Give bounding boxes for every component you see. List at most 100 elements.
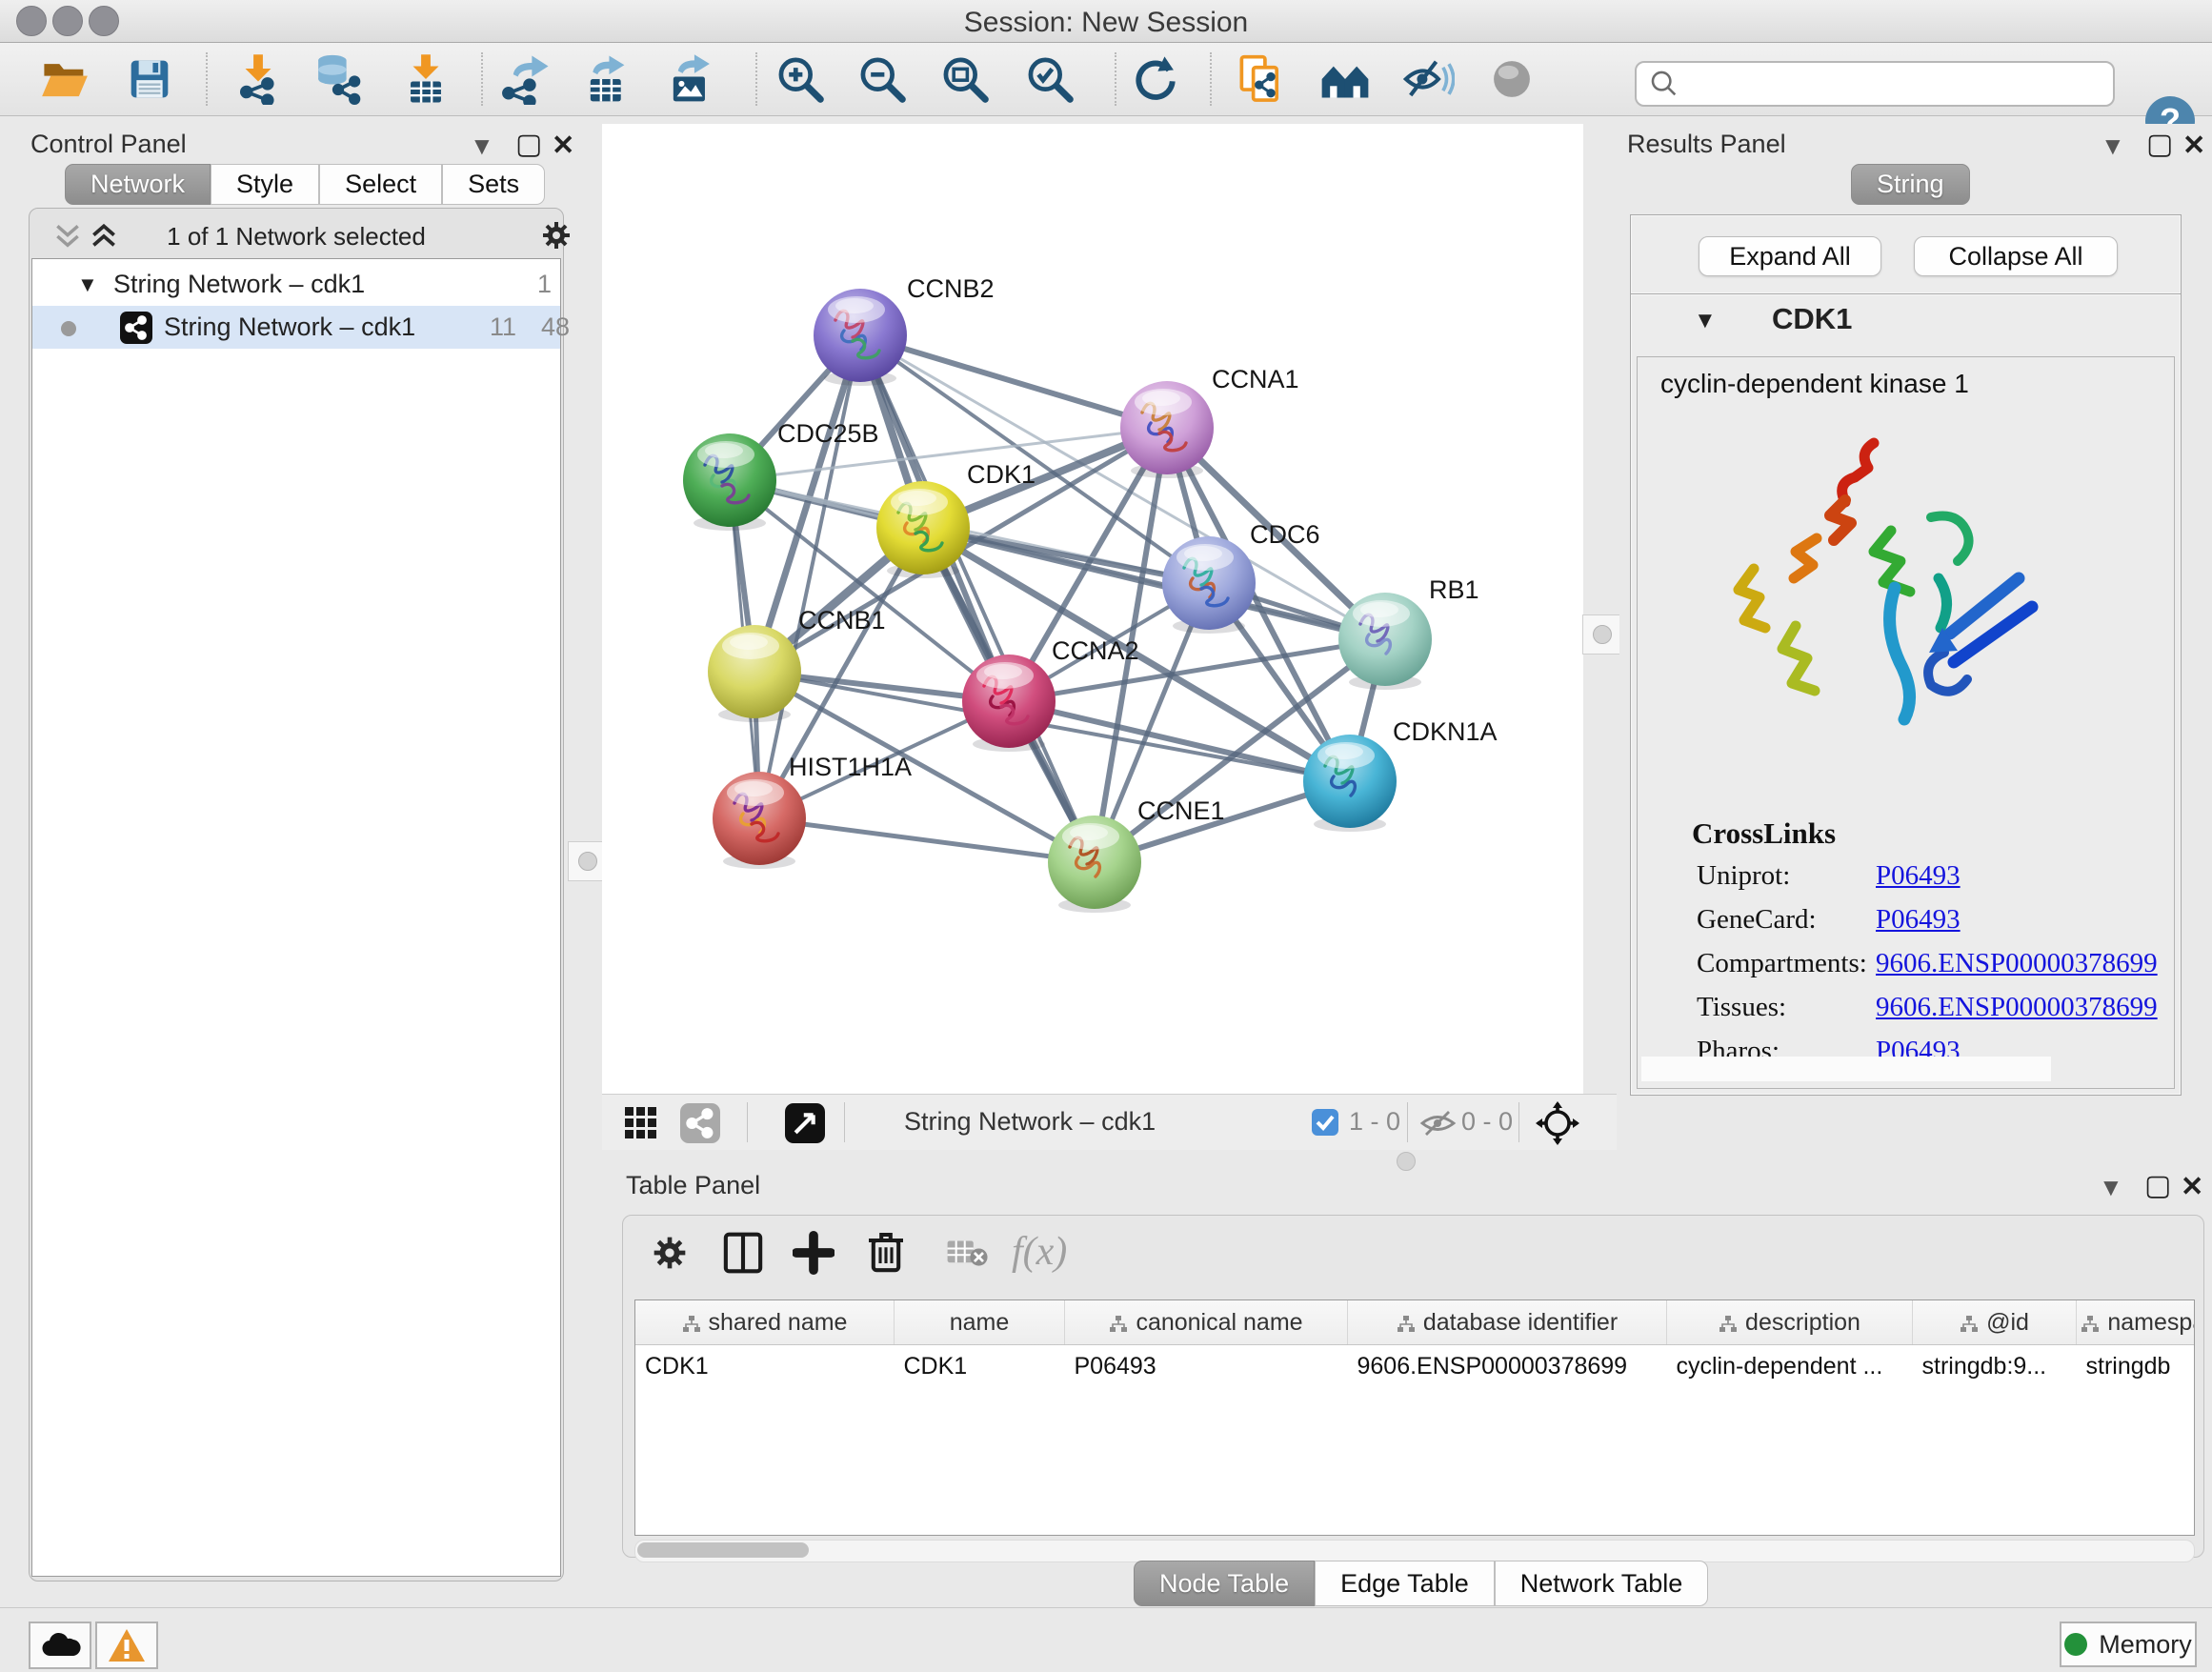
table-panel-float-icon[interactable]: ▢ xyxy=(2144,1169,2171,1202)
column-header-name[interactable]: name xyxy=(895,1300,1065,1345)
table-cell[interactable]: cyclin-dependent ... xyxy=(1667,1345,1913,1388)
network-node-HIST1H1A[interactable]: HIST1H1A xyxy=(713,753,912,869)
import-table-button[interactable] xyxy=(395,50,456,108)
crosslink-link[interactable]: 9606.ENSP00000378699 xyxy=(1876,992,2158,1023)
columns-icon[interactable] xyxy=(722,1231,764,1275)
zoom-selected-button[interactable] xyxy=(1019,50,1080,108)
results-panel-close-icon[interactable]: ✕ xyxy=(2182,129,2205,162)
copy-network-icon xyxy=(1235,53,1286,105)
table-cell[interactable]: stringdb xyxy=(2077,1345,2196,1388)
export-network-button[interactable] xyxy=(494,50,555,108)
right-splitter-handle[interactable] xyxy=(1582,614,1622,655)
control-panel-collapse-icon[interactable]: ▼ xyxy=(470,131,494,161)
node-gloss xyxy=(730,635,768,650)
table-cell[interactable]: CDK1 xyxy=(895,1345,1065,1388)
table-row[interactable]: CDK1CDK1P064939606.ENSP00000378699cyclin… xyxy=(635,1345,2195,1388)
node-gloss xyxy=(705,443,743,458)
window-title: Session: New Session xyxy=(0,7,2212,39)
results-panel-float-icon[interactable]: ▢ xyxy=(2146,128,2173,161)
control-panel-float-icon[interactable]: ▢ xyxy=(515,128,542,161)
table-panel-close-icon[interactable]: ✕ xyxy=(2181,1170,2203,1203)
delete-trash-icon[interactable] xyxy=(865,1229,907,1275)
network-node-CCNB1[interactable]: CCNB1 xyxy=(708,606,886,722)
network-edge[interactable] xyxy=(759,818,1095,862)
apply-style-button[interactable] xyxy=(1125,50,1186,108)
import-network-button[interactable] xyxy=(228,50,289,108)
first-neighbors-button[interactable] xyxy=(1315,50,1376,108)
table-container: f(x) shared namenamecanonical namedataba… xyxy=(622,1215,2204,1558)
hidden-eye-slash-icon xyxy=(1419,1108,1458,1138)
control-panel-close-icon[interactable]: ✕ xyxy=(552,129,574,162)
network-edges xyxy=(730,335,1385,862)
status-bar: Memory xyxy=(0,1607,2212,1672)
column-header--id[interactable]: @id xyxy=(1913,1300,2077,1345)
zoom-fit-button[interactable] xyxy=(935,50,995,108)
save-session-button[interactable] xyxy=(119,50,180,108)
tab-select[interactable]: Select xyxy=(319,164,442,205)
open-in-window-icon[interactable] xyxy=(785,1103,825,1143)
clone-network-button[interactable] xyxy=(1230,50,1291,108)
grid-mode-icon[interactable] xyxy=(623,1105,659,1141)
memory-button[interactable]: Memory xyxy=(2060,1622,2197,1667)
add-column-icon[interactable] xyxy=(793,1231,835,1275)
import-network-icon xyxy=(232,53,284,105)
tab-node-table[interactable]: Node Table xyxy=(1134,1561,1315,1606)
tab-sets[interactable]: Sets xyxy=(442,164,545,205)
column-header-shared-name[interactable]: shared name xyxy=(635,1300,895,1345)
column-header-canonical-name[interactable]: canonical name xyxy=(1065,1300,1348,1345)
column-header-namespace[interactable]: namespace xyxy=(2077,1300,2196,1345)
column-header-label: database identifier xyxy=(1423,1309,1618,1336)
node-gloss xyxy=(1142,391,1180,406)
tab-style[interactable]: Style xyxy=(211,164,319,205)
collapse-all-button[interactable]: Collapse All xyxy=(1914,236,2118,276)
tab-edge-table[interactable]: Edge Table xyxy=(1315,1561,1495,1606)
fit-selected-crosshair-icon[interactable] xyxy=(1536,1101,1579,1145)
gene-disclosure-icon[interactable]: ▼ xyxy=(1694,308,1717,334)
table-gear-icon[interactable] xyxy=(650,1233,690,1273)
table-cell[interactable]: P06493 xyxy=(1065,1345,1348,1388)
zoom-out-button[interactable] xyxy=(852,50,913,108)
zoom-in-button[interactable] xyxy=(770,50,831,108)
table-cell[interactable]: 9606.ENSP00000378699 xyxy=(1348,1345,1667,1388)
birdseye-view-icon[interactable] xyxy=(680,1103,720,1143)
crosslink-link[interactable]: 9606.ENSP00000378699 xyxy=(1876,948,2158,979)
export-table-icon xyxy=(581,53,633,105)
table-hscrollbar[interactable] xyxy=(634,1540,2195,1562)
selected-checkbox[interactable] xyxy=(1312,1109,1338,1136)
tab-network-table[interactable]: Network Table xyxy=(1495,1561,1709,1606)
hide-selected-button[interactable] xyxy=(1398,50,1458,108)
tab-network[interactable]: Network xyxy=(65,164,211,205)
network-node-CCNA1[interactable]: CCNA1 xyxy=(1120,365,1299,478)
table-cell[interactable]: stringdb:9... xyxy=(1913,1345,2077,1388)
network-node-CDKN1A[interactable]: CDKN1A xyxy=(1303,717,1498,832)
gear-icon[interactable] xyxy=(539,218,573,252)
export-table-button[interactable] xyxy=(576,50,637,108)
export-image-button[interactable] xyxy=(659,50,720,108)
crosslink-link[interactable]: P06493 xyxy=(1876,860,1961,892)
search-input[interactable] xyxy=(1688,66,2113,102)
network-canvas[interactable]: CCNB2CCNA1CDC25BCDK1CDC6RB1CCNB1CCNA2CDK… xyxy=(602,124,1583,1094)
import-network-from-database-button[interactable] xyxy=(308,50,369,108)
network-edge[interactable] xyxy=(860,335,1167,428)
results-panel-collapse-icon[interactable]: ▼ xyxy=(2101,131,2125,161)
network-tree-root-row[interactable]: ▼ String Network – cdk1 1 xyxy=(32,263,560,306)
show-all-button[interactable] xyxy=(1481,50,1542,108)
tab-string[interactable]: String xyxy=(1851,164,1970,205)
node-label: CDK1 xyxy=(967,460,1036,489)
crosslink-link[interactable]: P06493 xyxy=(1876,904,1961,936)
network-edge[interactable] xyxy=(759,335,860,818)
tree-disclosure-icon[interactable]: ▼ xyxy=(77,263,98,306)
expand-all-button[interactable]: Expand All xyxy=(1699,236,1881,276)
table-hscrollbar-thumb[interactable] xyxy=(637,1542,809,1558)
gene-result-box: ▼ CDK1 cyclin-dependent kinase 1 xyxy=(1630,293,2182,1096)
column-header-database-identifier[interactable]: database identifier xyxy=(1348,1300,1667,1345)
table-panel-collapse-icon[interactable]: ▼ xyxy=(2099,1173,2123,1202)
network-node-RB1[interactable]: RB1 xyxy=(1338,575,1479,690)
column-header-description[interactable]: description xyxy=(1667,1300,1913,1345)
network-edge[interactable] xyxy=(860,335,1095,862)
table-cell[interactable]: CDK1 xyxy=(635,1345,895,1388)
open-session-button[interactable] xyxy=(34,50,95,108)
cloud-button[interactable] xyxy=(29,1622,91,1669)
warnings-button[interactable] xyxy=(95,1622,158,1669)
network-tree-child-row[interactable]: String Network – cdk1 11 48 xyxy=(32,306,560,349)
